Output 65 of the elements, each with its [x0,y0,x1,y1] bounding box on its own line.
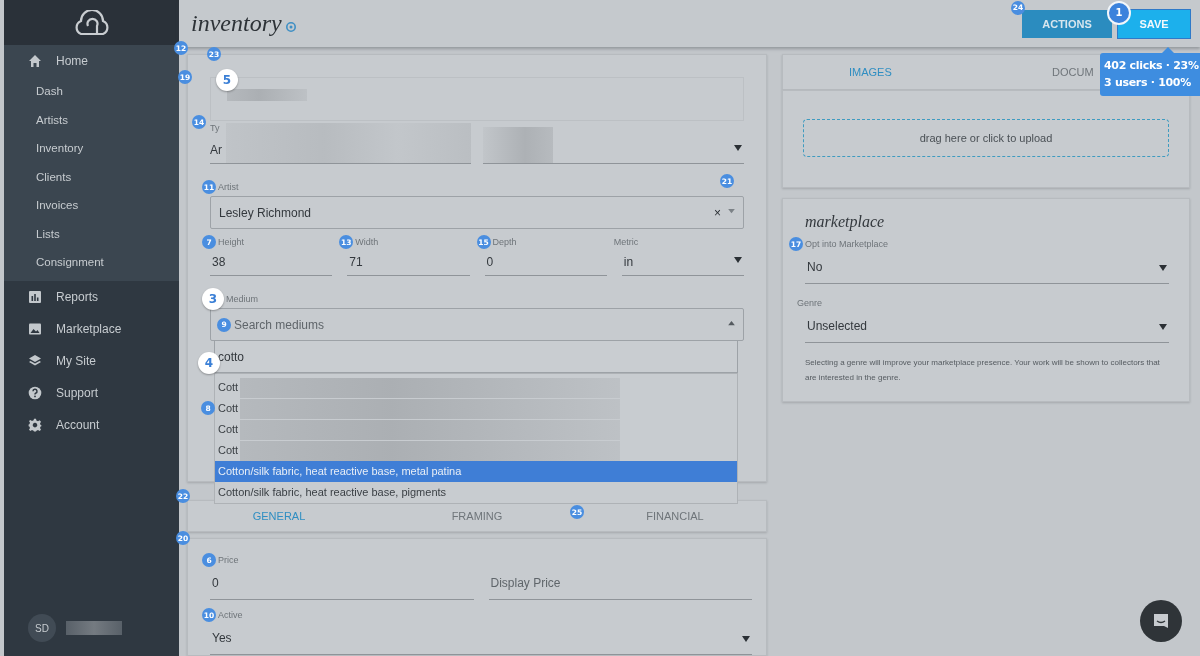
caret-icon [728,321,735,326]
nav-item[interactable]: Artists [4,105,179,134]
marker-badge: 3 [202,288,224,310]
field-label: Ty [210,123,221,133]
nav-item[interactable]: Dash [4,77,179,106]
caret-icon [728,209,735,214]
field-label: Depth [492,237,517,247]
bar-chart-icon [28,289,42,304]
marker-badge: 1 [1107,0,1131,25]
caret-icon [1159,265,1167,271]
input-field[interactable]: Display Price [488,567,752,600]
select-field[interactable]: Yes [210,622,752,655]
nav-item[interactable]: Reports [4,280,179,313]
select-field[interactable]: in [621,249,744,276]
field-label: Medium [226,294,258,304]
info-icon[interactable] [285,21,296,32]
chat-button[interactable] [1140,600,1182,642]
help-icon [28,385,42,400]
nav-item[interactable]: Consignment [4,248,179,277]
field-value: Ar [210,143,223,157]
nav-item[interactable]: Lists [4,219,179,248]
chat-icon [1152,612,1170,630]
artist-select[interactable]: Lesley Richmond × [210,196,744,229]
help-text: Selecting a genre will improve your marketplace presence. Your work will be shown to collectors that are interested in the genre. [805,357,1161,384]
field-label: Genre [797,298,822,308]
marker-badge: 5 [216,69,238,91]
field-label: Price [218,555,239,565]
avatar[interactable]: SD [28,614,56,642]
blurred-block [66,621,122,635]
input-field[interactable]: 0 [484,249,607,276]
field-label: Active [218,610,243,620]
field-label: Width [355,237,379,247]
select-field[interactable]: No [805,251,1169,284]
upload-dropzone[interactable]: drag here or click to upload [803,119,1169,157]
field-label: Artist [218,182,239,192]
input-field[interactable]: 0 [210,567,474,600]
select-field[interactable]: Unselected [805,310,1169,343]
caret-icon [734,145,742,151]
field-label: Metric [613,237,639,247]
name-field[interactable] [210,77,744,121]
nav-item[interactable]: Account [4,408,179,441]
input-field[interactable]: 71 [347,249,470,276]
nav-item[interactable]: Clients [4,162,179,191]
option-item[interactable]: Cotton/silk fabric, heat reactive base, metal patina [215,461,737,482]
image-icon [28,321,42,336]
nav-item[interactable]: My Site [4,344,179,377]
clear-button[interactable]: × [714,205,721,220]
settings-icon [28,417,42,432]
caret-icon [1159,324,1167,330]
page-title: inventory [191,10,282,37]
option-item[interactable]: Cotton/silk fabric, heat reactive base, pigments [215,482,737,503]
layers-icon [28,353,42,368]
section-title: marketplace [804,213,886,231]
nav-item[interactable]: Inventory [4,134,179,163]
click-stats-tooltip: 402 clicks · 23% 3 users · 100% [1100,53,1200,96]
field-label: Opt into Marketplace [805,239,889,249]
nav-item[interactable]: Marketplace [4,312,179,345]
nav-item[interactable]: Support [4,376,179,409]
home-icon [28,54,42,68]
caret-icon [742,636,750,642]
input-field[interactable]: 38 [210,249,333,276]
field-label: Height [218,237,244,247]
search-field[interactable]: cotto [214,340,738,373]
nav-item[interactable]: Invoices [4,191,179,220]
caret-icon [734,257,742,263]
